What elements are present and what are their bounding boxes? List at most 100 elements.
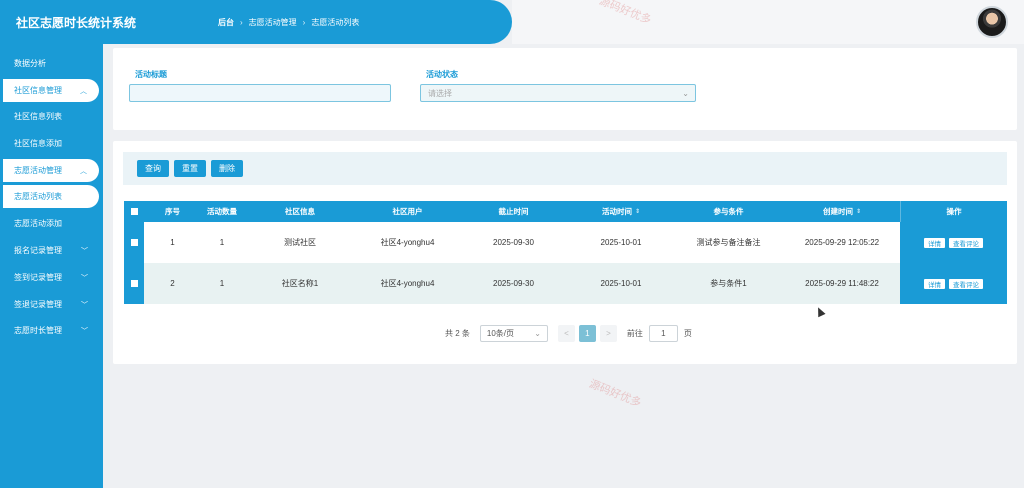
row-condition: 参与条件1 [710,279,747,288]
table-row[interactable]: 1 1 测试社区 社区4-yonghu4 2025-09-30 2025-10-… [124,222,1007,263]
chevron-down-icon: ﹀ [81,327,88,335]
header-background [512,0,1024,44]
table-header: 序号 活动数量 社区信息 社区用户 截止时间 活动时间 ⇕ 参与条件 创建时间 ⇕ … [124,201,1007,222]
row-deadline: 2025-09-30 [493,279,534,288]
pagination-total: 共 2 条 [445,329,470,338]
chevron-down-icon: ﹀ [81,247,88,255]
status-select-placeholder: 请选择 [428,88,452,98]
sidebar-item-label: 社区信息管理 [14,86,62,95]
delete-button[interactable]: 删除 [211,160,243,177]
avatar[interactable] [976,6,1008,38]
status-label: 活动状态 [426,70,458,79]
col-deadline: 截止时间 [498,207,529,216]
col-created-label: 创建时间 [822,207,853,216]
toolbar: 查询 重置 删除 [123,152,1007,185]
search-panel: 活动标题 活动状态 请选择 ⌄ [113,48,1017,130]
sidebar-item-community-add[interactable]: 社区信息添加 [0,132,100,155]
col-community: 社区信息 [285,207,315,216]
view-comments-button[interactable]: 查看评论 [949,237,983,248]
detail-button[interactable]: 详情 [924,237,945,248]
chevron-down-icon: ⌄ [682,88,689,98]
row-actions: 详情 查看评论 [900,263,1007,304]
page-1-button[interactable]: 1 [578,325,596,342]
col-activity-time-label: 活动时间 [601,207,632,216]
row-count: 1 [219,279,225,288]
query-button[interactable]: 查询 [137,160,169,177]
chevron-up-icon: ︿ [80,167,87,175]
col-created[interactable]: 创建时间 ⇕ [784,201,900,222]
watermark: 源码好优多 [587,378,643,410]
view-comments-button[interactable]: 查看评论 [949,278,983,289]
row-index: 1 [170,238,175,247]
sidebar: 数据分析 社区信息管理 ︿ 社区信息列表 社区信息添加 志愿活动管理 ︿ 志愿活动列… [0,44,103,488]
table-row[interactable]: 2 1 社区名称1 社区4-yonghu4 2025-09-30 2025-10… [124,263,1007,304]
col-index: 序号 [165,207,180,216]
select-all-checkbox[interactable] [124,201,144,222]
row-condition: 测试参与备注备注 [696,238,761,247]
row-actions: 详情 查看评论 [900,222,1007,263]
sidebar-item-label: 志愿活动添加 [14,219,62,228]
sidebar-item-signup-records[interactable]: 报名记录管理 ﹀ [0,239,100,262]
sidebar-item-checkout-records[interactable]: 签退记录管理 ﹀ [0,293,100,316]
sidebar-item-label: 社区信息添加 [14,139,62,148]
chevron-down-icon: ⌄ [534,329,541,338]
top-header-bar: 社区志愿时长统计系统 后台 › 志愿活动管理 › 志愿活动列表 [0,0,512,44]
detail-button[interactable]: 详情 [924,278,945,289]
col-count: 活动数量 [207,207,237,216]
row-user: 社区4-yonghu4 [380,279,435,288]
activity-table: 序号 活动数量 社区信息 社区用户 截止时间 活动时间 ⇕ 参与条件 创建时间 ⇕ … [124,201,1007,304]
row-user: 社区4-yonghu4 [380,238,435,247]
sidebar-item-label: 社区信息列表 [14,112,62,121]
reset-button[interactable]: 重置 [174,160,206,177]
page-size-value: 10条/页 [486,329,515,338]
chevron-right-icon: › [302,17,306,27]
breadcrumb-item-home[interactable]: 后台 [218,17,234,28]
sidebar-item-data-analysis[interactable]: 数据分析 [0,52,100,75]
chevron-down-icon: ﹀ [81,274,88,282]
sidebar-item-label: 签退记录管理 [14,300,62,309]
row-created: 2025-09-29 11:48:22 [805,279,879,288]
chevron-right-icon: › [240,17,243,27]
next-page-button[interactable]: > [599,325,617,342]
sidebar-item-label: 志愿活动列表 [14,192,62,201]
row-community: 测试社区 [284,238,316,247]
sidebar-item-duration-mgmt[interactable]: 志愿时长管理 ﹀ [0,319,100,342]
sort-icon[interactable]: ⇕ [635,208,640,215]
goto-page-input[interactable]: 1 [648,325,678,342]
goto-label: 前往 [626,329,643,338]
row-created: 2025-09-29 12:05:22 [804,238,880,247]
page-suffix: 页 [683,329,692,338]
sidebar-item-activity-mgmt[interactable]: 志愿活动管理 ︿ [3,159,99,182]
sidebar-item-community-list[interactable]: 社区信息列表 [0,105,100,128]
col-ops: 操作 [900,201,1007,222]
page-size-select[interactable]: 10条/页 ⌄ [479,325,548,342]
row-index: 2 [170,279,175,288]
sidebar-item-label: 志愿时长管理 [14,326,62,335]
sort-icon[interactable]: ⇕ [856,208,861,215]
col-user: 社区用户 [392,207,423,216]
col-condition: 参与条件 [713,207,744,216]
app-title: 社区志愿时长统计系统 [16,15,137,30]
title-search-input[interactable] [129,84,391,102]
main-panel: 查询 重置 删除 序号 活动数量 社区信息 社区用户 截止时间 活动时间 ⇕ 参与… [113,141,1017,364]
row-checkbox[interactable] [124,222,144,263]
prev-page-button[interactable]: < [557,325,575,342]
row-checkbox[interactable] [124,263,144,304]
chevron-up-icon: ︿ [80,87,87,95]
breadcrumb-item-current: 志愿活动列表 [311,17,360,27]
sidebar-item-community-info[interactable]: 社区信息管理 ︿ [3,79,99,102]
breadcrumb-item-section[interactable]: 志愿活动管理 [249,17,297,28]
sidebar-item-checkin-records[interactable]: 签到记录管理 ﹀ [0,266,100,289]
status-select[interactable]: 请选择 ⌄ [420,84,696,102]
row-count: 1 [219,238,225,247]
chevron-down-icon: ﹀ [81,301,88,309]
row-deadline: 2025-09-30 [493,238,534,247]
sidebar-item-label: 志愿活动管理 [14,166,62,175]
sidebar-item-activity-list[interactable]: 志愿活动列表 [3,185,99,208]
row-activity-time: 2025-10-01 [600,238,642,247]
row-community: 社区名称1 [281,279,319,288]
sidebar-item-label: 数据分析 [14,59,46,68]
col-activity-time[interactable]: 活动时间 ⇕ [569,201,673,222]
breadcrumb: 后台 › 志愿活动管理 › 志愿活动列表 [218,17,359,28]
sidebar-item-activity-add[interactable]: 志愿活动添加 [0,212,100,235]
